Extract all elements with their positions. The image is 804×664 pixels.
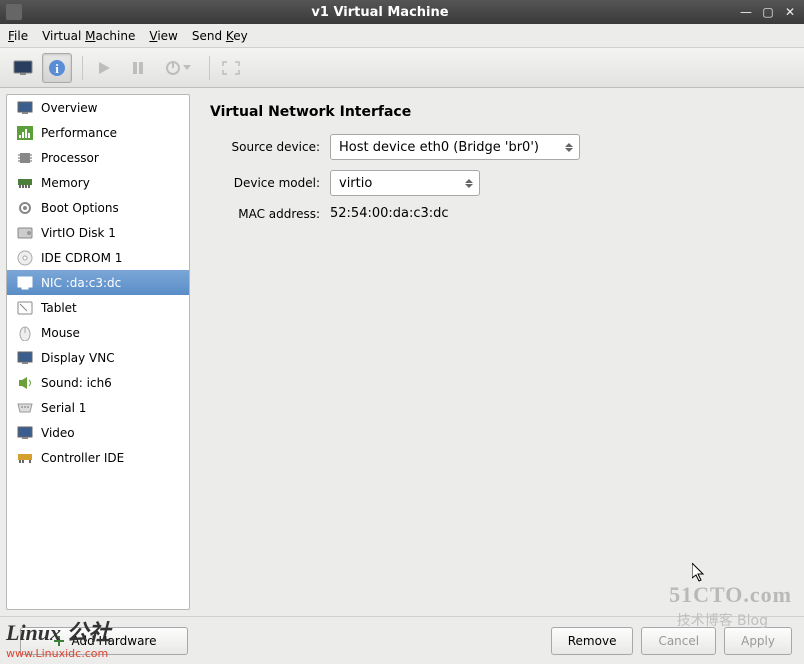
add-hardware-button[interactable]: Add Hardware bbox=[20, 627, 188, 655]
source-device-combo[interactable]: Host device eth0 (Bridge 'br0') bbox=[330, 134, 580, 160]
info-icon: i bbox=[48, 59, 66, 77]
details-button[interactable]: i bbox=[42, 53, 72, 83]
svg-text:i: i bbox=[55, 61, 59, 76]
sidebar-item-tablet[interactable]: Tablet bbox=[7, 295, 189, 320]
sidebar-item-label: Mouse bbox=[41, 326, 80, 340]
sidebar-item-label: Display VNC bbox=[41, 351, 115, 365]
sidebar-item-nic[interactable]: NIC :da:c3:dc bbox=[7, 270, 189, 295]
fullscreen-icon bbox=[222, 61, 240, 75]
plus-icon bbox=[52, 634, 66, 648]
serial-icon bbox=[15, 400, 35, 416]
sidebar-item-virtio-disk[interactable]: VirtIO Disk 1 bbox=[7, 220, 189, 245]
sound-icon bbox=[15, 375, 35, 391]
source-device-label: Source device: bbox=[210, 140, 320, 154]
sidebar-item-controller-ide[interactable]: Controller IDE bbox=[7, 445, 189, 470]
sidebar-item-label: Boot Options bbox=[41, 201, 119, 215]
add-hardware-label: Add Hardware bbox=[72, 634, 157, 648]
console-button[interactable] bbox=[8, 53, 38, 83]
run-button[interactable] bbox=[89, 53, 119, 83]
footer-bar: Add Hardware Remove Cancel Apply bbox=[0, 616, 804, 664]
details-panel: Virtual Network Interface Source device:… bbox=[190, 94, 798, 610]
apply-button[interactable]: Apply bbox=[724, 627, 792, 655]
dropdown-icon bbox=[465, 179, 473, 188]
toolbar: i bbox=[0, 48, 804, 88]
monitor-icon bbox=[15, 350, 35, 366]
menu-file[interactable]: File bbox=[8, 29, 28, 43]
maximize-button[interactable]: ▢ bbox=[760, 4, 776, 20]
disk-icon bbox=[15, 225, 35, 241]
device-model-label: Device model: bbox=[210, 176, 320, 190]
pause-button[interactable] bbox=[123, 53, 153, 83]
sidebar-item-label: NIC :da:c3:dc bbox=[41, 276, 121, 290]
cancel-button[interactable]: Cancel bbox=[641, 627, 716, 655]
main-content: Overview Performance Processor Memory Bo… bbox=[0, 88, 804, 616]
chevron-down-icon bbox=[183, 65, 191, 70]
sidebar-item-label: IDE CDROM 1 bbox=[41, 251, 122, 265]
device-model-value: virtio bbox=[339, 176, 372, 191]
sidebar-item-sound[interactable]: Sound: ich6 bbox=[7, 370, 189, 395]
shutdown-button[interactable] bbox=[157, 53, 199, 83]
hardware-sidebar: Overview Performance Processor Memory Bo… bbox=[6, 94, 190, 610]
menu-send-key[interactable]: Send Key bbox=[192, 29, 248, 43]
menu-view[interactable]: View bbox=[149, 29, 177, 43]
app-icon bbox=[6, 4, 22, 20]
sidebar-item-label: Memory bbox=[41, 176, 90, 190]
sidebar-item-label: Controller IDE bbox=[41, 451, 124, 465]
sidebar-item-mouse[interactable]: Mouse bbox=[7, 320, 189, 345]
cdrom-icon bbox=[15, 250, 35, 266]
window-title: v1 Virtual Machine bbox=[28, 5, 732, 20]
close-button[interactable]: ✕ bbox=[782, 4, 798, 20]
device-model-combo[interactable]: virtio bbox=[330, 170, 480, 196]
fullscreen-button[interactable] bbox=[216, 53, 246, 83]
memory-icon bbox=[15, 175, 35, 191]
monitor-icon bbox=[15, 425, 35, 441]
monitor-icon bbox=[13, 60, 33, 76]
sidebar-item-memory[interactable]: Memory bbox=[7, 170, 189, 195]
sidebar-item-overview[interactable]: Overview bbox=[7, 95, 189, 120]
minimize-button[interactable]: — bbox=[738, 4, 754, 20]
sidebar-item-ide-cdrom[interactable]: IDE CDROM 1 bbox=[7, 245, 189, 270]
window-titlebar: v1 Virtual Machine — ▢ ✕ bbox=[0, 0, 804, 24]
sidebar-item-display-vnc[interactable]: Display VNC bbox=[7, 345, 189, 370]
sidebar-item-label: Sound: ich6 bbox=[41, 376, 112, 390]
sidebar-item-label: Performance bbox=[41, 126, 117, 140]
power-icon bbox=[165, 60, 181, 76]
menu-bar: File Virtual Machine View Send Key bbox=[0, 24, 804, 48]
remove-button[interactable]: Remove bbox=[551, 627, 634, 655]
toolbar-separator-2 bbox=[209, 56, 210, 80]
controller-icon bbox=[15, 450, 35, 466]
tablet-icon bbox=[15, 300, 35, 316]
sidebar-item-label: Serial 1 bbox=[41, 401, 86, 415]
sidebar-item-label: Processor bbox=[41, 151, 99, 165]
network-icon bbox=[15, 275, 35, 291]
sidebar-item-label: Video bbox=[41, 426, 75, 440]
play-icon bbox=[97, 61, 111, 75]
performance-icon bbox=[15, 125, 35, 141]
panel-title: Virtual Network Interface bbox=[210, 104, 778, 120]
sidebar-item-serial[interactable]: Serial 1 bbox=[7, 395, 189, 420]
sidebar-item-label: VirtIO Disk 1 bbox=[41, 226, 116, 240]
monitor-icon bbox=[15, 100, 35, 116]
mac-address-value: 52:54:00:da:c3:dc bbox=[330, 206, 449, 221]
menu-virtual-machine[interactable]: Virtual Machine bbox=[42, 29, 135, 43]
sidebar-item-label: Overview bbox=[41, 101, 98, 115]
sidebar-item-label: Tablet bbox=[41, 301, 77, 315]
sidebar-item-processor[interactable]: Processor bbox=[7, 145, 189, 170]
dropdown-icon bbox=[565, 143, 573, 152]
mac-address-label: MAC address: bbox=[210, 207, 320, 221]
sidebar-item-boot-options[interactable]: Boot Options bbox=[7, 195, 189, 220]
mouse-icon bbox=[15, 325, 35, 341]
gear-icon bbox=[15, 200, 35, 216]
toolbar-separator bbox=[82, 56, 83, 80]
cpu-icon bbox=[15, 150, 35, 166]
pause-icon bbox=[132, 61, 144, 75]
sidebar-item-video[interactable]: Video bbox=[7, 420, 189, 445]
source-device-value: Host device eth0 (Bridge 'br0') bbox=[339, 140, 539, 155]
sidebar-item-performance[interactable]: Performance bbox=[7, 120, 189, 145]
